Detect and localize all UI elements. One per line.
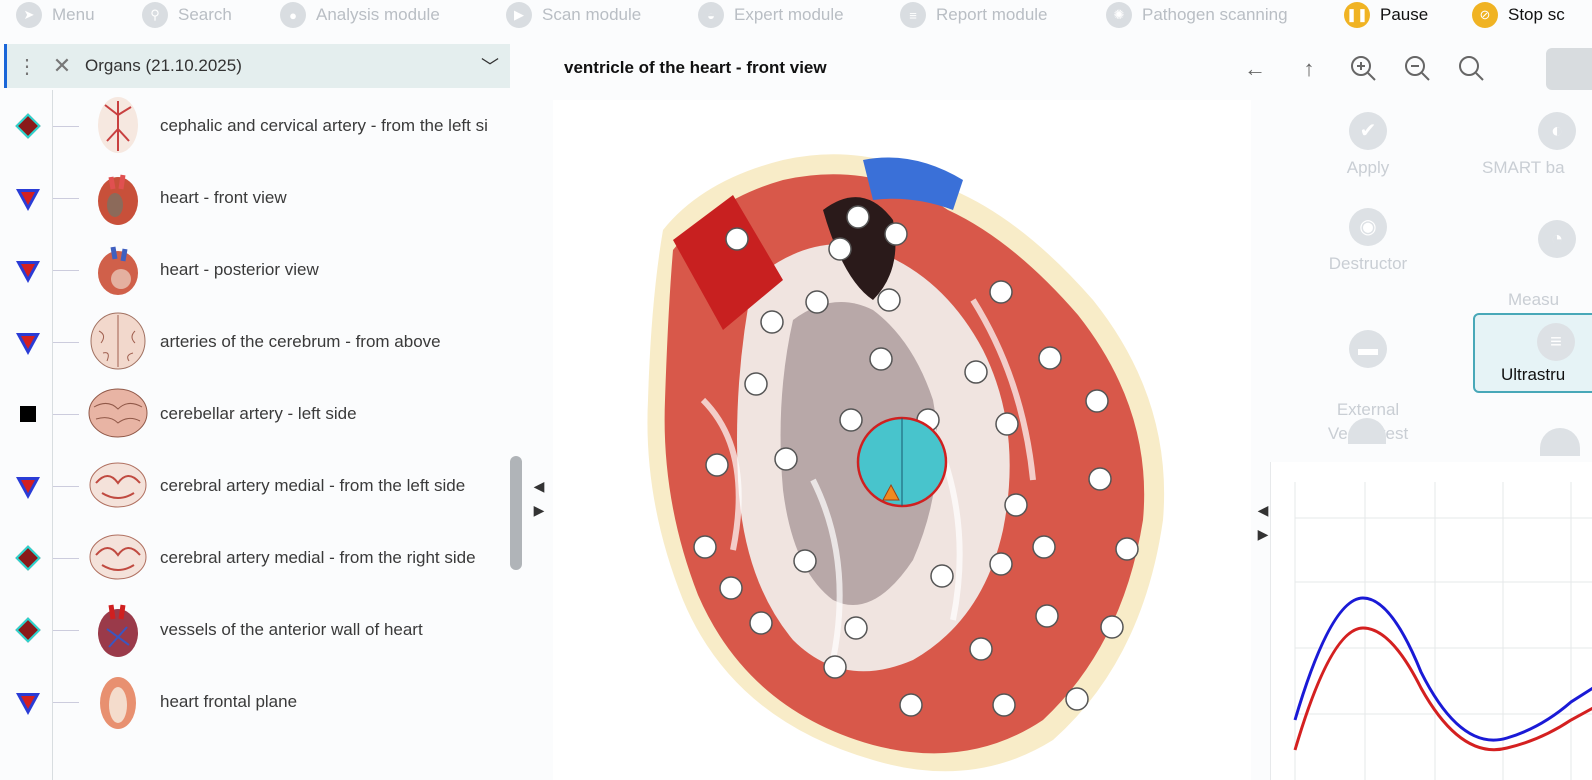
ultrastructure-icon: ≡: [1537, 323, 1575, 361]
measure-icon: ◔: [1538, 220, 1576, 258]
list-item[interactable]: [0, 738, 508, 780]
pathogen-scanning-button[interactable]: ✺ Pathogen scanning: [1106, 2, 1288, 28]
list-item-label: heart frontal plane: [160, 692, 298, 711]
destructor-button[interactable]: ◉ Destructor: [1318, 208, 1418, 276]
status-triangle-icon: [16, 332, 40, 356]
status-diamond-icon: [15, 545, 41, 571]
organ-thumbnail: [88, 752, 148, 780]
status-triangle-icon: [16, 188, 40, 212]
up-arrow-icon[interactable]: ↑: [1294, 54, 1324, 84]
check-icon: ✔: [1349, 112, 1387, 150]
expert-icon: ◒: [698, 2, 724, 28]
zoom-in-icon[interactable]: [1348, 54, 1378, 84]
play-icon: ▶: [506, 2, 532, 28]
list-item-label: cerebellar artery - left side: [160, 404, 357, 423]
close-icon[interactable]: ✕: [47, 53, 77, 79]
heart-thumbnail: [88, 670, 148, 732]
status-diamond-icon: [15, 617, 41, 643]
arrow-icon: ➤: [16, 2, 42, 28]
list-item-label: cerebral artery medial - from the left s…: [160, 476, 466, 495]
pause-button[interactable]: ❚❚ Pause: [1344, 2, 1428, 28]
pathogen-icon: ✺: [1106, 2, 1132, 28]
organs-panel-title: Organs (21.10.2025): [85, 56, 242, 75]
list-item-label: heart - front view: [160, 188, 287, 207]
stop-icon: ⊘: [1472, 2, 1498, 28]
panel-tab[interactable]: [1546, 48, 1592, 90]
menu-button[interactable]: ➤ Menu: [16, 2, 95, 28]
list-item-label: heart - posterior view: [160, 260, 319, 279]
ultrastructure-button[interactable]: ≡ Ultrastru: [1473, 313, 1592, 393]
heart-ventricle-illustration: [647, 154, 1165, 772]
heart-thumbnail: [88, 166, 148, 228]
organ-list: cephalic and cervical artery - from the …: [0, 90, 508, 780]
signal-curves: [1293, 482, 1592, 780]
list-item[interactable]: arteries of the cerebrum - from above: [0, 306, 508, 378]
chevron-down-icon[interactable]: ﹀: [470, 53, 510, 79]
collapse-left-panel-toggle[interactable]: ◀ ▶: [532, 474, 546, 522]
list-item[interactable]: cephalic and cervical artery - from the …: [0, 90, 508, 162]
brain-thumbnail: [88, 454, 148, 516]
brain-thumbnail: [88, 526, 148, 588]
list-item-label: cephalic and cervical artery - from the …: [160, 116, 488, 135]
smart-icon: ◐: [1538, 112, 1576, 150]
stop-scan-button[interactable]: ⊘ Stop sc: [1472, 2, 1565, 28]
brain-thumbnail: [88, 310, 148, 372]
smart-button[interactable]: ◐ SMART ba: [1482, 112, 1592, 180]
brain-thumbnail: [88, 382, 148, 444]
list-item[interactable]: heart - front view: [0, 162, 508, 234]
partial-button-icon[interactable]: [1540, 428, 1580, 456]
heart-thumbnail: [88, 598, 148, 660]
analysis-icon: ●: [280, 2, 306, 28]
search-icon[interactable]: [1456, 54, 1486, 84]
report-icon: ≡: [900, 2, 926, 28]
artery-thumbnail: [88, 94, 148, 156]
list-item[interactable]: cerebral artery medial - from the right …: [0, 522, 508, 594]
search-icon: ⚲: [142, 2, 168, 28]
list-item-label: arteries of the cerebrum - from above: [160, 332, 441, 351]
apply-button[interactable]: ✔ Apply: [1318, 112, 1418, 180]
heart-thumbnail: [88, 238, 148, 300]
destructor-icon: ◉: [1349, 208, 1387, 246]
list-item-label: vessels of the anterior wall of heart: [160, 620, 423, 639]
expert-module-button[interactable]: ◒ Expert module: [698, 2, 844, 28]
list-item[interactable]: heart frontal plane: [0, 666, 508, 738]
list-item[interactable]: cerebral artery medial - from the left s…: [0, 450, 508, 522]
list-scrollbar[interactable]: [510, 456, 522, 570]
vegetotest-icon: ▬: [1349, 330, 1387, 368]
status-triangle-icon: [16, 260, 40, 284]
scan-module-button[interactable]: ▶ Scan module: [506, 2, 641, 28]
more-options-icon[interactable]: ⋮: [7, 54, 47, 79]
list-item[interactable]: vessels of the anterior wall of heart: [0, 594, 508, 666]
list-item[interactable]: heart - posterior view: [0, 234, 508, 306]
collapse-right-panel-toggle[interactable]: ◀ ▶: [1256, 498, 1270, 546]
list-item-label: cerebral artery medial - from the right …: [160, 548, 476, 567]
anatomy-canvas[interactable]: [553, 100, 1251, 780]
search-button[interactable]: ⚲ Search: [142, 2, 232, 28]
organs-panel-header: ⋮ ✕ Organs (21.10.2025) ﹀: [4, 44, 510, 88]
status-triangle-icon: [16, 692, 40, 716]
analysis-module-button[interactable]: ● Analysis module: [280, 2, 440, 28]
page-title: ventricle of the heart - front view: [564, 58, 827, 77]
status-square-icon: [16, 402, 40, 426]
report-module-button[interactable]: ≡ Report module: [900, 2, 1048, 28]
pause-icon: ❚❚: [1344, 2, 1370, 28]
back-arrow-icon[interactable]: ←: [1240, 54, 1270, 84]
top-toolbar: ➤ Menu ⚲ Search ● Analysis module ▶ Scan…: [0, 0, 1592, 32]
status-triangle-icon: [16, 476, 40, 500]
zoom-out-icon[interactable]: [1402, 54, 1432, 84]
list-item[interactable]: cerebellar artery - left side: [0, 378, 508, 450]
signal-graph: [1270, 462, 1592, 780]
status-diamond-icon: [15, 113, 41, 139]
